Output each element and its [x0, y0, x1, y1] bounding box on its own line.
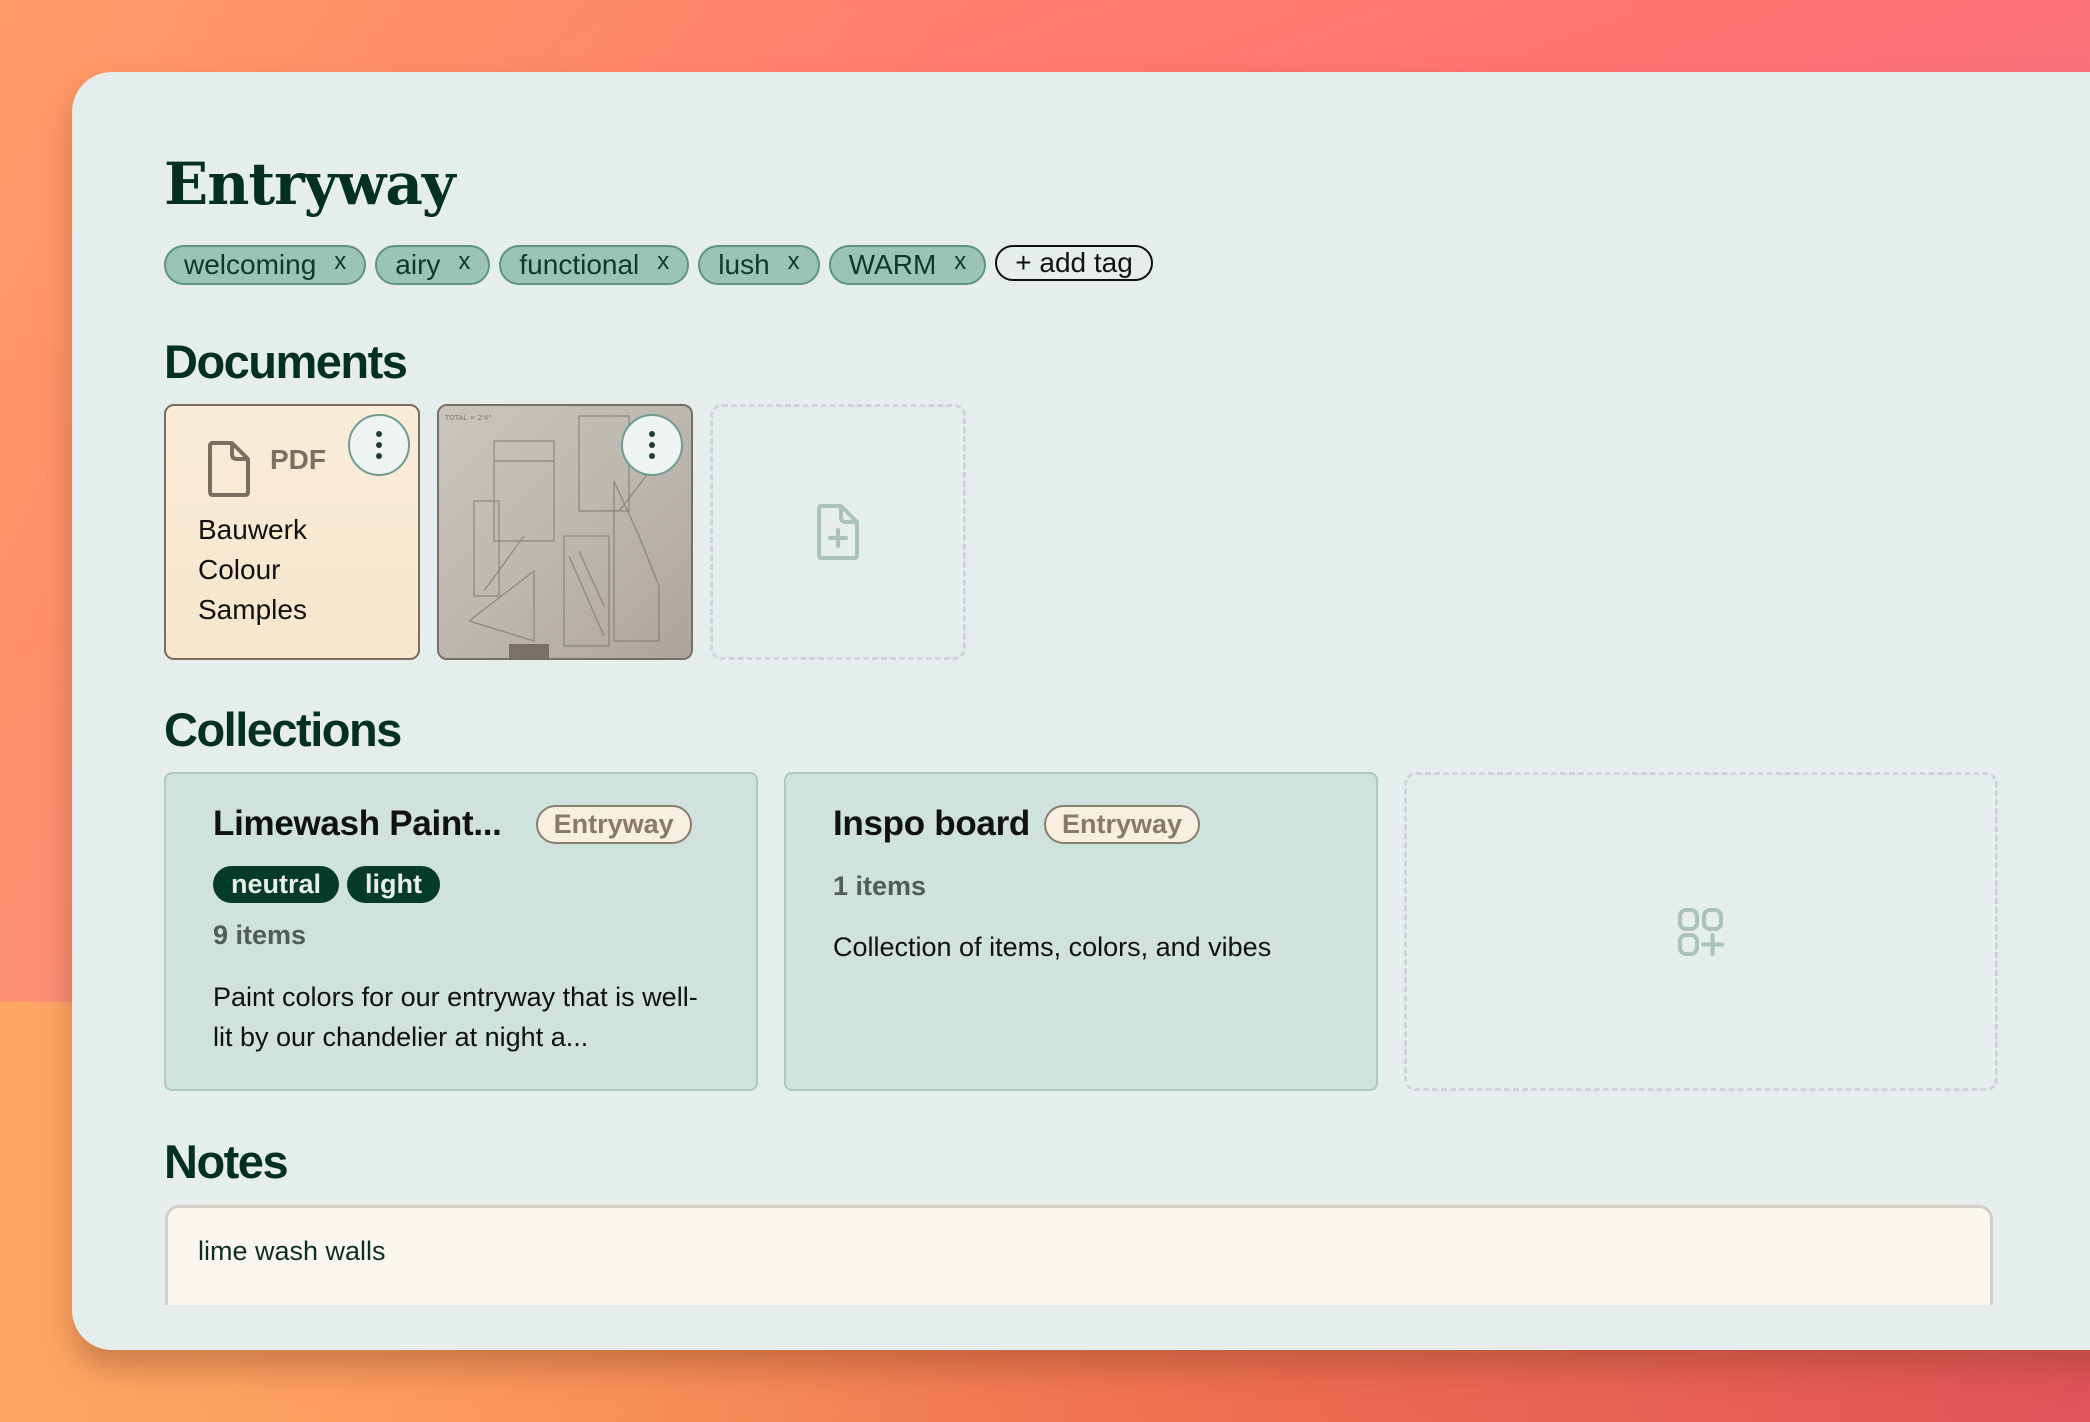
file-type-label: PDF [270, 444, 326, 475]
collection-description: Collection of items, colors, and vibes [833, 932, 1272, 962]
svg-text:TOTAL = 2'4": TOTAL = 2'4" [444, 414, 492, 422]
collection-card[interactable]: Inspo board Entryway 1 items Collection … [784, 772, 1378, 1091]
collection-description: Paint colors for our entryway that is we… [213, 982, 698, 1052]
tag-list: welcoming x airy x functional x lush x W… [164, 245, 1153, 285]
page-title: Entryway [164, 150, 456, 218]
room-badge: Entryway [535, 804, 692, 844]
remove-tag-icon[interactable]: x [334, 248, 346, 276]
document-menu-button[interactable] [348, 414, 410, 476]
collections-list: Limewash Paint... Entryway neutral light… [164, 772, 1998, 1091]
remove-tag-icon[interactable]: x [954, 248, 966, 276]
note-card[interactable]: lime wash walls [165, 1205, 1993, 1305]
tag-chip[interactable]: WARM x [828, 245, 987, 285]
tag-chip[interactable]: lush x [698, 245, 820, 285]
remove-tag-icon[interactable]: x [788, 248, 800, 276]
collection-header: Inspo board Entryway [833, 804, 1201, 844]
add-tag-button[interactable]: + add tag [995, 245, 1153, 281]
add-document-button[interactable] [710, 404, 966, 660]
more-vertical-icon [376, 431, 382, 459]
tag-chip[interactable]: functional x [499, 245, 690, 285]
add-collection-icon [1678, 907, 1724, 956]
collection-title: Inspo board [833, 804, 1030, 843]
app-window: Entryway welcoming x airy x functional x… [72, 72, 2090, 1350]
document-card-pdf[interactable]: PDF Bauwerk Colour Samples [164, 404, 420, 660]
documents-heading: Documents [164, 335, 408, 388]
collection-item-count: 9 items [213, 920, 307, 950]
tag-label: functional [519, 249, 640, 280]
remove-tag-icon[interactable]: x [458, 248, 470, 276]
add-collection-button[interactable] [1404, 772, 1998, 1091]
document-card-image[interactable]: TOTAL = 2'4" [437, 404, 693, 660]
collection-tag: neutral [213, 866, 340, 903]
file-plus-icon [817, 504, 859, 560]
notes-heading: Notes [164, 1135, 289, 1188]
document-menu-button[interactable] [621, 414, 683, 476]
remove-tag-icon[interactable]: x [657, 248, 669, 276]
collection-title: Limewash Paint... [213, 804, 502, 843]
collection-header: Limewash Paint... Entryway [213, 804, 692, 844]
documents-list: PDF Bauwerk Colour Samples TOTAL = 2'4" [164, 404, 966, 660]
more-vertical-icon [649, 431, 655, 459]
note-text: lime wash walls [198, 1236, 386, 1266]
collection-tag: light [347, 866, 441, 903]
file-icon [208, 441, 250, 497]
collections-heading: Collections [164, 703, 402, 756]
collection-item-count: 1 items [833, 871, 927, 901]
tag-label: lush [718, 249, 770, 280]
document-name: Bauwerk Colour Samples [198, 514, 307, 625]
collection-card[interactable]: Limewash Paint... Entryway neutral light… [164, 772, 758, 1091]
tag-chip[interactable]: welcoming x [164, 245, 367, 285]
tag-label: airy [395, 249, 441, 280]
room-badge: Entryway [1043, 804, 1201, 844]
tag-chip[interactable]: airy x [375, 245, 491, 285]
tag-label: WARM [848, 249, 937, 280]
tag-label: welcoming [184, 249, 317, 280]
collection-tags: neutral light [213, 866, 441, 903]
